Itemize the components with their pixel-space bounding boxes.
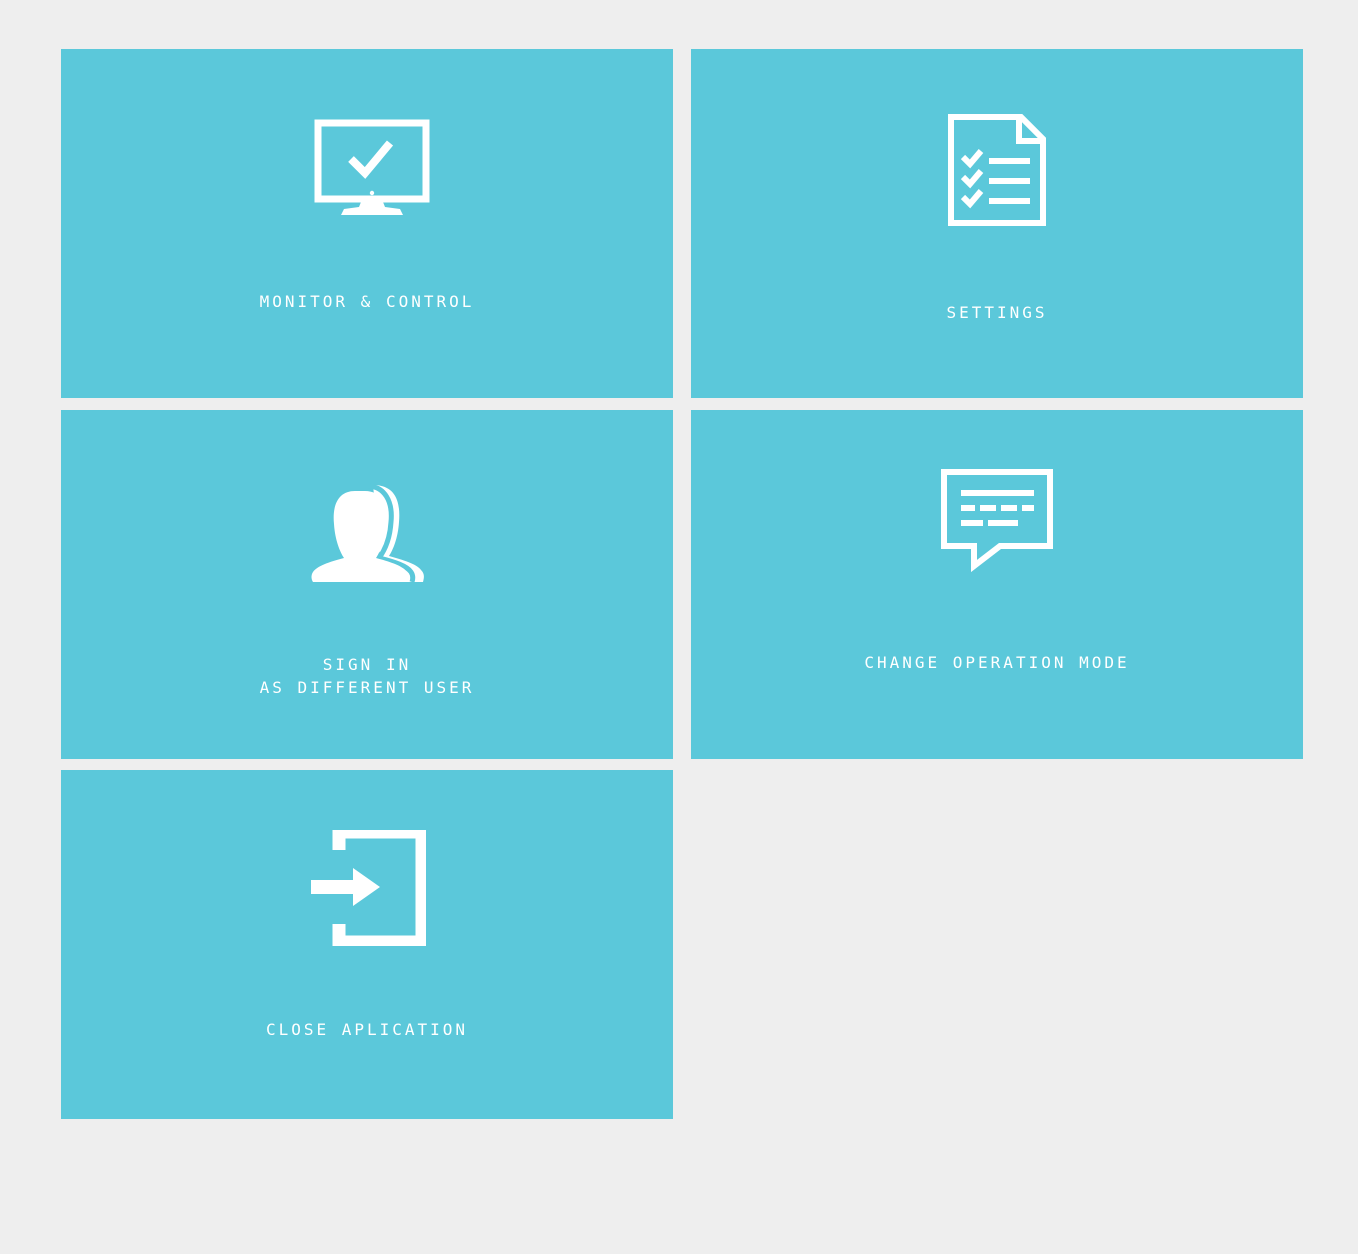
monitor-control-label: MONITOR & CONTROL <box>259 292 475 311</box>
sign-in-different-user-label: SIGN IN AS DIFFERENT USER <box>61 653 673 699</box>
sign-in-different-user-tile[interactable]: SIGN IN AS DIFFERENT USER <box>61 410 673 759</box>
close-application-tile[interactable]: CLOSE APLICATION <box>61 770 673 1119</box>
sign-in-arrow-icon <box>311 830 426 946</box>
sign-in-label-line1: SIGN IN <box>322 655 412 674</box>
settings-label: SETTINGS <box>946 303 1048 322</box>
speech-bubble-icon <box>941 469 1053 572</box>
users-icon <box>311 483 424 583</box>
monitor-control-tile[interactable]: MONITOR & CONTROL <box>61 49 673 398</box>
settings-tile[interactable]: SETTINGS <box>691 49 1303 398</box>
change-operation-mode-tile[interactable]: CHANGE OPERATION MODE <box>691 410 1303 759</box>
checklist-document-icon <box>948 114 1046 226</box>
change-operation-mode-label: CHANGE OPERATION MODE <box>864 653 1130 672</box>
monitor-check-icon <box>314 119 430 215</box>
close-application-label: CLOSE APLICATION <box>265 1020 469 1039</box>
sign-in-label-line2: AS DIFFERENT USER <box>259 678 475 697</box>
